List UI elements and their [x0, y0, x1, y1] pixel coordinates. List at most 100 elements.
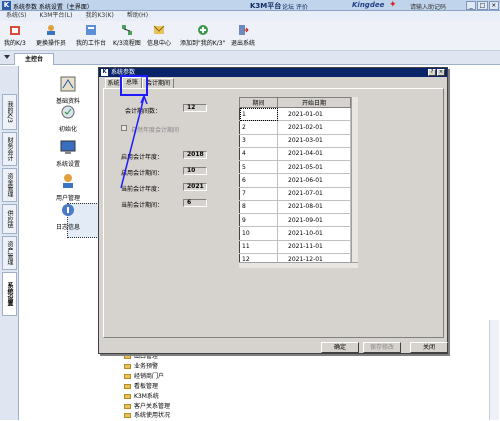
menu-system[interactable]: 系统(S) [6, 11, 27, 21]
nav-supply-chain[interactable]: 供应链 [2, 204, 17, 234]
minimize-button[interactable]: _ [466, 1, 477, 10]
start-period-label: 启用会计期间： [121, 170, 164, 177]
add-favorite-icon [197, 25, 208, 35]
table-vertical-scrollbar[interactable] [351, 97, 358, 268]
period-number-cell[interactable]: 11 [239, 240, 278, 254]
menu-my-k3[interactable]: 我的K3(K) [85, 11, 113, 21]
period-count-value: 12 [183, 104, 207, 112]
current-period-value: 6 [183, 199, 207, 207]
tab-strip: 主控台 [0, 51, 500, 65]
nav-system-settings[interactable]: 系统设置 [2, 272, 17, 316]
period-number-cell[interactable]: 10 [239, 226, 278, 241]
initialization-icon [61, 105, 75, 119]
item-user-management[interactable]: 用户管理 [46, 173, 90, 202]
start-date-cell[interactable]: 2021-10-01 [277, 226, 351, 241]
period-number-cell[interactable]: 3 [239, 134, 278, 148]
folder-icon [124, 374, 131, 379]
start-year-label: 启用会计年度： [121, 154, 164, 161]
table-row[interactable]: 9 2021-09-01 [239, 213, 351, 228]
table-row[interactable]: 2 2021-02-01 [239, 120, 351, 135]
mnemonic-search-input[interactable]: 请输入助记码 [410, 2, 446, 11]
workbench-button[interactable]: 我的工作台 [76, 24, 106, 47]
period-number-cell[interactable]: 2 [239, 120, 278, 135]
start-date-cell[interactable]: 2021-03-01 [277, 134, 351, 148]
nav-fund[interactable]: 资金管理 [2, 168, 17, 202]
start-date-cell[interactable]: 2021-07-01 [277, 187, 351, 201]
home-icon [9, 26, 20, 35]
start-date-cell[interactable]: 2021-05-01 [277, 160, 351, 175]
table-row[interactable]: 4 2021-04-01 [239, 147, 351, 162]
table-row[interactable]: 10 2021-10-01 [239, 226, 351, 241]
period-number-cell[interactable]: 4 [239, 147, 278, 162]
natural-year-checkbox [121, 125, 127, 131]
item-basic-data[interactable]: 基础资料 [46, 76, 90, 105]
log-info-icon [62, 204, 74, 216]
table-row[interactable]: 6 2021-06-01 [239, 173, 351, 188]
system-params-dialog: K 系统参数 ? × 系统 总账 会计期间 会计期间数： 12 自然年度会计期间… [98, 67, 448, 354]
tree-item[interactable]: 经销商门户 [124, 372, 164, 382]
menu-bar: 系统(S) K3M平台(L) 我的K3(K) 帮助(H) [0, 11, 500, 21]
left-module-nav: 我的K/3 财务会计 资金管理 供应链 资产管理 系统设置 [0, 66, 19, 420]
info-center-button[interactable]: 信息中心 [147, 24, 171, 47]
tree-item[interactable]: 业务预警 [124, 362, 158, 372]
start-date-cell[interactable]: 2021-01-01 [277, 107, 351, 122]
tree-item[interactable]: K3M系统 [124, 392, 159, 402]
workspace-scrollbar[interactable] [489, 320, 499, 420]
k3m-platform-link[interactable]: K3M平台 [250, 1, 281, 11]
start-date-cell[interactable]: 2021-06-01 [277, 173, 351, 188]
period-number-cell[interactable]: 1 [239, 107, 278, 122]
item-system-settings[interactable]: 系统设置 [46, 139, 90, 168]
period-number-cell[interactable]: 8 [239, 200, 278, 215]
period-table-body: 1 2021-01-01 2 2021-02-01 3 2021-03-01 4 2021-0… [239, 107, 351, 268]
table-row[interactable]: 5 2021-05-01 [239, 160, 351, 175]
item-initialization[interactable]: 初始化 [46, 104, 90, 133]
folder-icon [124, 364, 131, 369]
col-header-period: 期间 [239, 97, 278, 108]
help-button[interactable]: ? [428, 69, 436, 76]
maximize-button[interactable]: □ [477, 1, 488, 10]
start-period-value: 10 [183, 167, 207, 175]
folder-icon [124, 394, 131, 399]
table-row[interactable]: 8 2021-08-01 [239, 200, 351, 215]
table-row[interactable]: 3 2021-03-01 [239, 134, 351, 148]
start-date-cell[interactable]: 2021-02-01 [277, 120, 351, 135]
tree-item[interactable]: 看板管理 [124, 382, 158, 392]
close-button[interactable]: 关闭 [410, 342, 448, 353]
period-number-cell[interactable]: 6 [239, 173, 278, 188]
tab-main-console[interactable]: 主控台 [14, 53, 54, 65]
my-k3-button[interactable]: 我的K/3 [4, 24, 26, 47]
exit-system-button[interactable]: 退出系统 [231, 24, 255, 47]
current-period-label: 当前会计期间： [121, 202, 164, 209]
dropdown-arrow-icon[interactable] [4, 55, 10, 59]
dialog-close-button[interactable]: × [437, 69, 445, 76]
toolbar: 我的K/3 更换操作员 我的工作台 K/3流程图 信息中心 添加到"我的K/3"… [0, 21, 500, 51]
flowchart-button[interactable]: K/3流程图 [113, 24, 141, 47]
nav-finance[interactable]: 财务会计 [2, 132, 17, 166]
folder-icon [124, 354, 131, 359]
table-row[interactable]: 1 2021-01-01 [239, 107, 351, 122]
forum-links[interactable]: 论坛 评价 [282, 2, 308, 11]
start-year-value: 2018 [183, 151, 207, 159]
ok-button[interactable]: 确定 [321, 342, 359, 353]
switch-operator-button[interactable]: 更换操作员 [36, 24, 66, 47]
save-changes-button[interactable]: 保存修改 [363, 342, 401, 353]
close-window-button[interactable]: × [488, 1, 499, 10]
nav-assets[interactable]: 资产管理 [2, 236, 17, 270]
title-bar: K 系统参数 系统设置（主界面） K3M平台 论坛 评价 Kingdee ✦ 请… [0, 0, 500, 11]
nav-my-k3[interactable]: 我的K/3 [2, 94, 17, 130]
period-number-cell[interactable]: 9 [239, 213, 278, 228]
start-date-cell[interactable]: 2021-08-01 [277, 200, 351, 215]
table-row[interactable]: 7 2021-07-01 [239, 187, 351, 201]
item-log-info[interactable]: 日志信息 [46, 202, 90, 231]
app-logo-icon: K [2, 1, 11, 10]
table-horizontal-scrollbar[interactable] [239, 262, 358, 268]
start-date-cell[interactable]: 2021-11-01 [277, 240, 351, 254]
period-number-cell[interactable]: 7 [239, 187, 278, 201]
start-date-cell[interactable]: 2021-04-01 [277, 147, 351, 162]
menu-k3m-platform[interactable]: K3M平台(L) [40, 11, 73, 21]
start-date-cell[interactable]: 2021-09-01 [277, 213, 351, 228]
menu-help[interactable]: 帮助(H) [127, 11, 148, 21]
add-to-my-k3-button[interactable]: 添加到"我的K/3" [180, 24, 225, 47]
period-number-cell[interactable]: 5 [239, 160, 278, 175]
table-row[interactable]: 11 2021-11-01 [239, 240, 351, 254]
